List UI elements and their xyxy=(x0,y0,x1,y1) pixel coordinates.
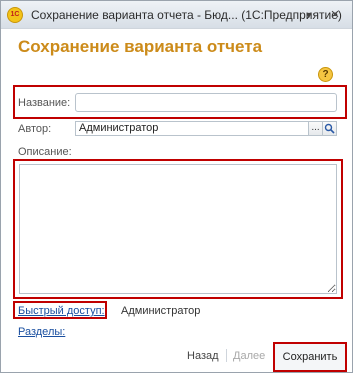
author-open-button[interactable] xyxy=(322,121,337,136)
magnifier-icon xyxy=(324,123,335,134)
quick-access-link[interactable]: Быстрый доступ: xyxy=(18,305,105,317)
description-label: Описание: xyxy=(18,146,72,158)
window-menu-button[interactable]: ▼ xyxy=(301,7,317,23)
help-icon[interactable]: ? xyxy=(318,67,333,82)
back-button[interactable]: Назад xyxy=(187,350,219,362)
page-title: Сохранение варианта отчета xyxy=(18,37,263,56)
quick-access-value: Администратор xyxy=(121,305,201,317)
close-button[interactable]: × xyxy=(327,7,343,23)
name-label: Название: xyxy=(18,97,71,109)
save-report-variant-window: 1С Сохранение варианта отчета - Бюд... (… xyxy=(0,0,353,373)
save-button[interactable]: Сохранить xyxy=(273,342,347,372)
author-field[interactable]: Администратор xyxy=(75,121,309,136)
author-select-button[interactable]: ... xyxy=(308,121,323,136)
description-textarea[interactable] xyxy=(19,164,337,294)
title-bar: 1С Сохранение варианта отчета - Бюд... (… xyxy=(1,1,352,29)
window-title: Сохранение варианта отчета - Бюд... (1С:… xyxy=(31,8,342,22)
sections-link[interactable]: Разделы: xyxy=(18,326,65,338)
author-label: Автор: xyxy=(18,123,52,135)
footer-separator xyxy=(226,349,227,362)
next-button[interactable]: Далее xyxy=(233,350,265,362)
app-logo-icon: 1С xyxy=(7,7,23,23)
name-input[interactable] xyxy=(75,93,337,112)
